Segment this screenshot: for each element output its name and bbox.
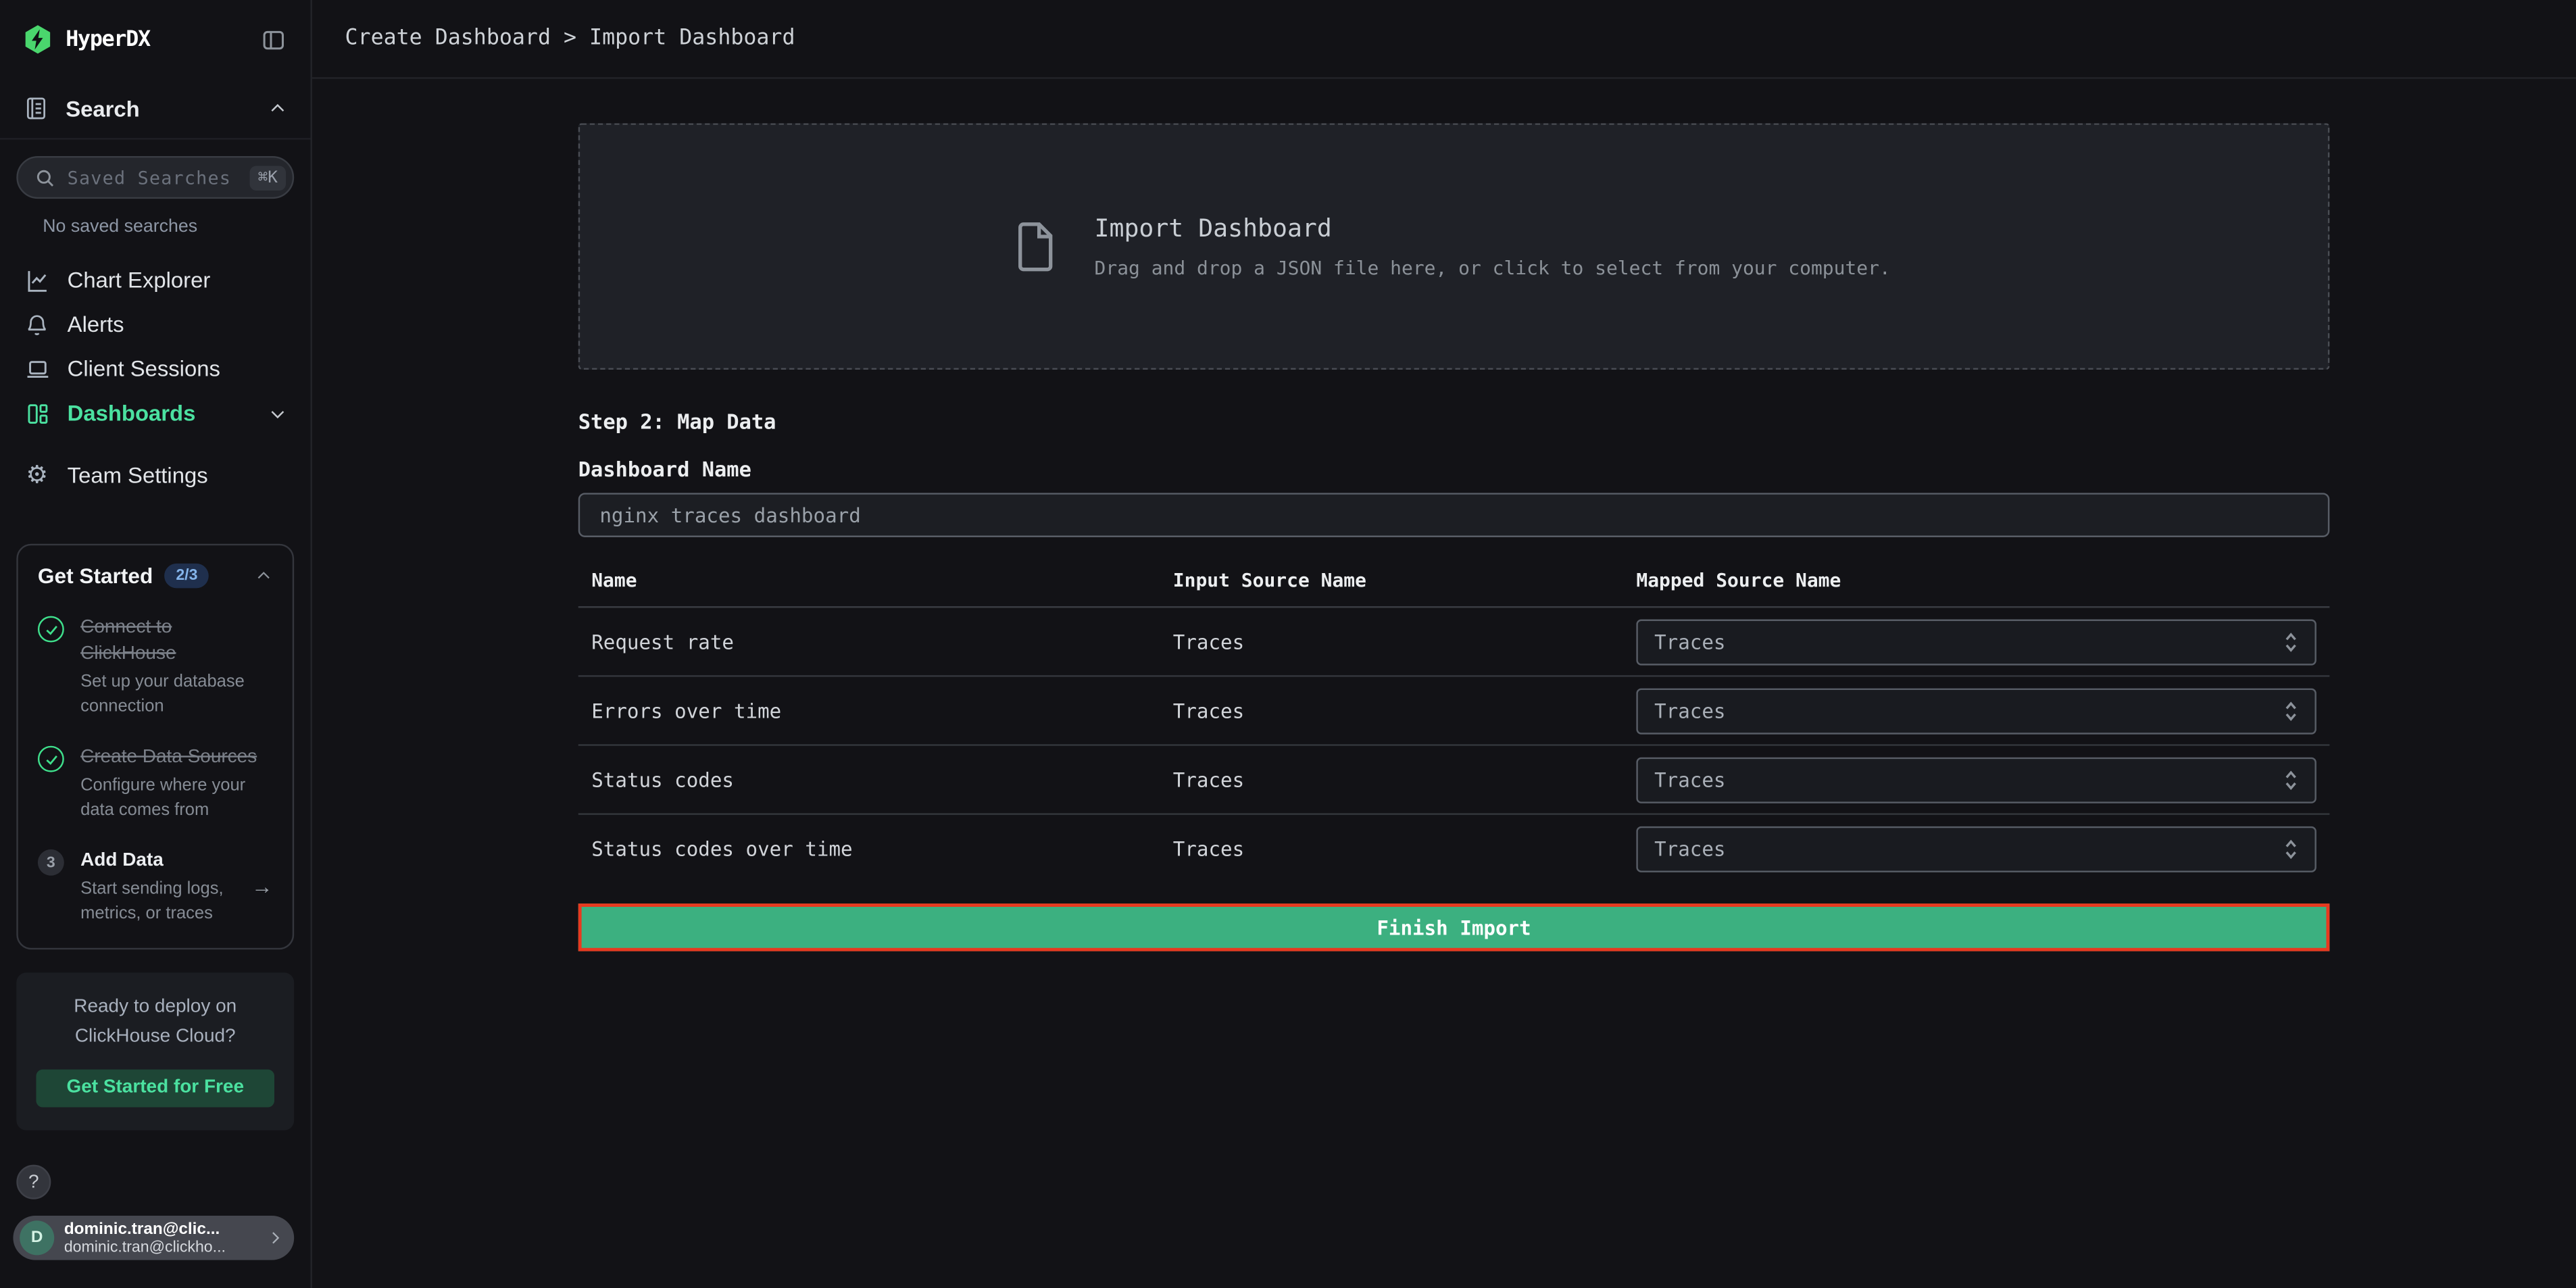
get-started-header[interactable]: Get Started 2/3 xyxy=(38,564,273,588)
shortcut-badge: ⌘K xyxy=(249,165,286,189)
step-number-icon: 3 xyxy=(38,848,64,925)
get-started-title: Get Started xyxy=(38,564,153,588)
sidebar-item-alerts[interactable]: Alerts xyxy=(0,302,310,347)
app-window: HyperDX Search xyxy=(0,0,2576,1288)
column-header-mapped-source: Mapped Source Name xyxy=(1636,568,2329,591)
progress-badge: 2/3 xyxy=(164,564,209,588)
finish-import-button[interactable]: Finish Import xyxy=(578,903,2330,951)
step-desc: Configure where your data comes from xyxy=(80,774,272,822)
mapped-source-select[interactable]: Traces xyxy=(1636,687,2316,733)
user-menu[interactable]: D dominic.tran@clic... dominic.tran@clic… xyxy=(13,1216,294,1260)
brand-name: HyperDX xyxy=(66,27,150,51)
layout-icon xyxy=(23,400,51,426)
breadcrumb: Create Dashboard > Import Dashboard xyxy=(345,26,795,51)
sidebar: HyperDX Search xyxy=(0,0,312,1288)
arrow-right-icon: → xyxy=(251,874,273,899)
select-chevrons-icon xyxy=(2283,768,2298,791)
sidebar-item-label: Client Sessions xyxy=(68,357,288,381)
step-title: Connect to ClickHouse xyxy=(80,614,264,667)
saved-searches-input[interactable]: Saved Searches ⌘K xyxy=(16,156,294,199)
chevron-right-icon xyxy=(266,1229,284,1247)
sidebar-item-label: Chart Explorer xyxy=(68,268,288,292)
chevron-down-icon xyxy=(268,403,287,423)
bell-icon xyxy=(23,312,51,338)
no-saved-searches-text: No saved searches xyxy=(43,217,310,237)
main-area: Create Dashboard > Import Dashboard Impo… xyxy=(312,0,2576,1288)
help-button[interactable]: ? xyxy=(16,1165,51,1199)
search-icon xyxy=(34,167,56,189)
sidebar-item-client-sessions[interactable]: Client Sessions xyxy=(0,347,310,391)
saved-searches-placeholder: Saved Searches xyxy=(68,167,239,189)
mapped-source-select[interactable]: Traces xyxy=(1636,757,2316,803)
select-chevrons-icon xyxy=(2283,630,2298,653)
cell-input-source: Traces xyxy=(1173,630,1637,653)
step-title: Create Data Sources xyxy=(80,745,264,771)
table-row: Status codes over time Traces Traces xyxy=(578,815,2330,884)
column-header-name: Name xyxy=(578,568,1173,591)
step-desc: Start sending logs, metrics, or traces xyxy=(80,878,235,925)
panel-collapse-icon xyxy=(262,27,286,51)
chevron-up-icon xyxy=(268,99,287,118)
dashboard-name-label: Dashboard Name xyxy=(578,457,2330,481)
mapping-table: Name Input Source Name Mapped Source Nam… xyxy=(578,562,2330,883)
brand[interactable]: HyperDX xyxy=(22,23,258,56)
dropzone-subtitle: Drag and drop a JSON file here, or click… xyxy=(1095,256,1891,279)
import-dashboard-content: Import Dashboard Drag and drop a JSON fi… xyxy=(312,79,2576,951)
sidebar-header: HyperDX xyxy=(0,0,310,79)
user-name: dominic.tran@clic... xyxy=(64,1220,256,1238)
deploy-text-line2: ClickHouse Cloud? xyxy=(36,1024,274,1053)
get-started-free-button[interactable]: Get Started for Free xyxy=(36,1069,274,1107)
get-started-step-add-data[interactable]: 3 Add Data Start sending logs, metrics, … xyxy=(38,848,273,925)
select-chevrons-icon xyxy=(2283,699,2298,722)
cell-name: Status codes xyxy=(578,768,1173,791)
get-started-panel: Get Started 2/3 Connect to ClickHouse Se… xyxy=(16,544,294,950)
notebook-icon xyxy=(23,95,49,122)
check-circle-icon xyxy=(38,614,64,718)
chevron-up-icon xyxy=(255,567,273,585)
table-header-row: Name Input Source Name Mapped Source Nam… xyxy=(578,562,2330,608)
deploy-text-line1: Ready to deploy on xyxy=(36,994,274,1023)
step-desc: Set up your database connection xyxy=(80,670,272,718)
cell-name: Errors over time xyxy=(578,699,1173,722)
laptop-icon xyxy=(23,355,51,382)
cell-name: Request rate xyxy=(578,630,1173,653)
dropzone-title: Import Dashboard xyxy=(1095,214,1891,243)
sidebar-item-label: Team Settings xyxy=(68,464,288,488)
table-row: Status codes Traces Traces xyxy=(578,746,2330,815)
get-started-step-connect[interactable]: Connect to ClickHouse Set up your databa… xyxy=(38,614,273,718)
topbar: Create Dashboard > Import Dashboard xyxy=(312,0,2576,79)
line-chart-icon xyxy=(23,267,51,293)
mapped-source-select[interactable]: Traces xyxy=(1636,618,2316,664)
table-row: Request rate Traces Traces xyxy=(578,608,2330,677)
avatar: D xyxy=(20,1220,54,1255)
cell-input-source: Traces xyxy=(1173,768,1637,791)
dashboard-name-input[interactable] xyxy=(578,493,2330,537)
user-email: dominic.tran@clickho... xyxy=(64,1238,256,1256)
mapped-source-select[interactable]: Traces xyxy=(1636,826,2316,872)
sidebar-item-dashboards[interactable]: Dashboards xyxy=(0,391,310,436)
step-title: Add Data xyxy=(80,848,235,874)
sidebar-section-search[interactable]: Search xyxy=(0,79,310,140)
sidebar-item-label: Alerts xyxy=(68,312,288,337)
sidebar-collapse-button[interactable] xyxy=(258,24,289,55)
column-header-input-source: Input Source Name xyxy=(1173,568,1637,591)
cell-input-source: Traces xyxy=(1173,699,1637,722)
select-chevrons-icon xyxy=(2283,838,2298,861)
cell-name: Status codes over time xyxy=(578,838,1173,861)
search-section-label: Search xyxy=(66,96,251,120)
gear-icon: ⚙ xyxy=(23,464,51,488)
get-started-step-sources[interactable]: Create Data Sources Configure where your… xyxy=(38,745,273,822)
sidebar-item-team-settings[interactable]: ⚙ Team Settings xyxy=(0,453,310,498)
file-icon xyxy=(1017,221,1055,272)
step-heading: Step 2: Map Data xyxy=(578,409,2330,433)
json-dropzone[interactable]: Import Dashboard Drag and drop a JSON fi… xyxy=(578,123,2330,370)
hexagon-lightning-icon xyxy=(22,23,55,56)
cell-input-source: Traces xyxy=(1173,838,1637,861)
table-row: Errors over time Traces Traces xyxy=(578,677,2330,746)
deploy-promo: Ready to deploy on ClickHouse Cloud? Get… xyxy=(16,973,294,1130)
check-circle-icon xyxy=(38,745,64,822)
sidebar-item-label: Dashboards xyxy=(68,401,251,425)
sidebar-item-chart-explorer[interactable]: Chart Explorer xyxy=(0,258,310,303)
sidebar-nav: Chart Explorer Alerts Client Sessions xyxy=(0,258,310,498)
